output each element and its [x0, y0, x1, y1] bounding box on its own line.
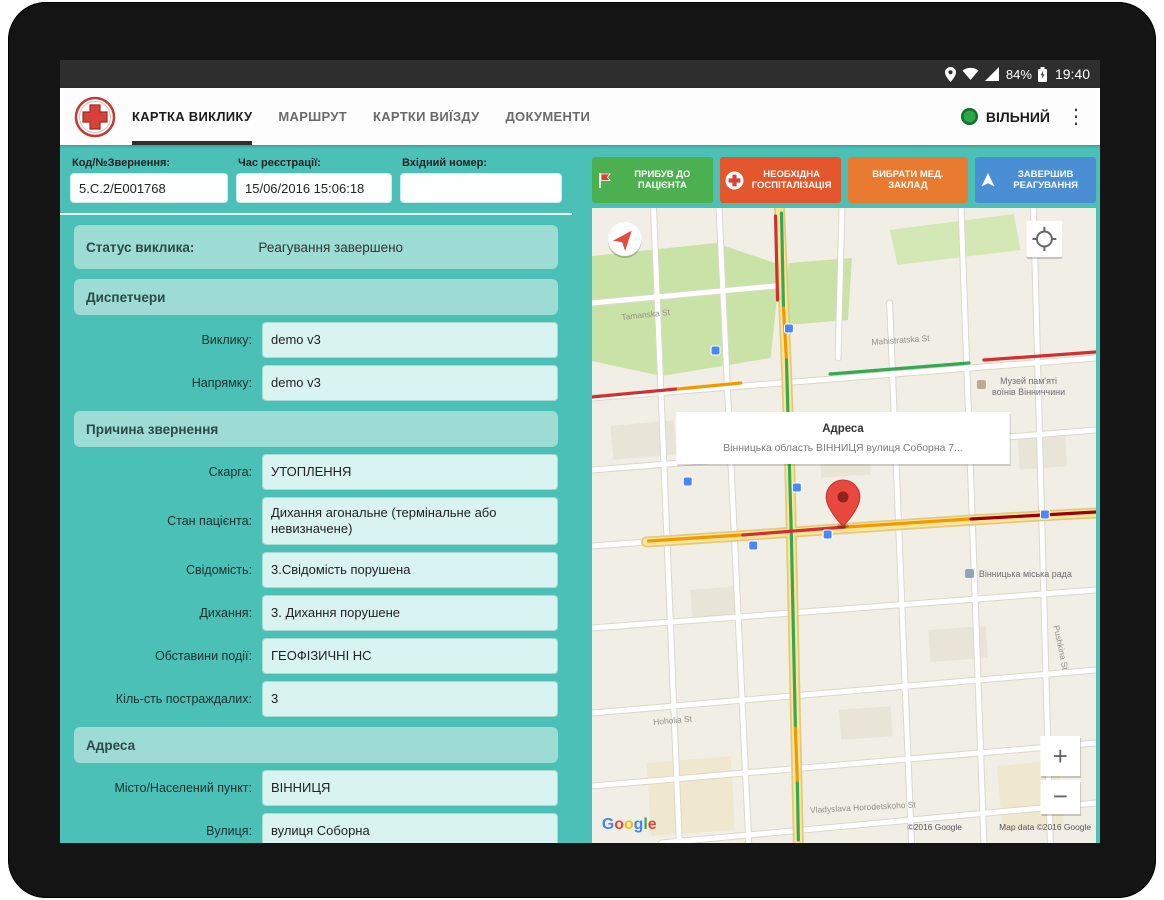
zoom-controls: + − — [1040, 736, 1082, 816]
incoming-number-label: Вхідний номер: — [402, 157, 488, 169]
call-status-row: Статус виклика: Реагування завершено — [74, 225, 558, 269]
map-panel: ПРИБУВ ДО ПАЦІЄНТА НЕОБХІДНА ГОСПІТАЛІЗА… — [572, 145, 1100, 843]
section-dispatchers: Диспетчери — [74, 279, 558, 315]
clock: 19:40 — [1054, 66, 1090, 82]
main-content: Код/№Звернення: 5.С.2/Е001768 Час реєстр… — [60, 145, 1100, 843]
hospitalization-button[interactable]: НЕОБХІДНА ГОСПІТАЛІЗАЦІЯ — [719, 157, 841, 203]
dispatcher-call-field[interactable]: demo v3 — [262, 322, 558, 358]
signal-icon — [984, 67, 999, 81]
form-row: Напрямку: demo v3 — [74, 365, 558, 401]
patient-state-label: Стан пацієнта: — [167, 513, 252, 528]
zoom-out-icon[interactable]: − — [1053, 783, 1068, 811]
availability-status-label: ВІЛЬНИЙ — [985, 108, 1050, 125]
tablet-bezel: 84% 19:40 КАРТКА ВИКЛИКУ МАРШРУТ КАРТКИ … — [8, 2, 1156, 898]
street-label: Вулиця: — [206, 823, 252, 838]
call-card-form: Код/№Звернення: 5.С.2/Е001768 Час реєстр… — [60, 145, 572, 843]
info-window-title: Адреса — [822, 423, 864, 435]
form-row: Дихання: 3. Дихання порушене — [74, 595, 558, 631]
divider — [60, 213, 572, 215]
svg-text:воїнів Вінниччини: воїнів Вінниччини — [992, 387, 1065, 397]
arrived-to-patient-button[interactable]: ПРИБУВ ДО ПАЦІЄНТА — [592, 157, 713, 203]
dispatcher-call-label: Виклику: — [201, 332, 252, 347]
status-bar: 84% 19:40 — [60, 60, 1100, 88]
overflow-menu-button[interactable]: ⋮ — [1050, 88, 1088, 145]
map-svg: Tamanska St Mahistratska St Hoholia St V… — [592, 208, 1096, 843]
section-address: Адреса — [74, 727, 558, 763]
form-row: Вулиця: вулиця Соборна — [74, 813, 558, 843]
screen: 84% 19:40 КАРТКА ВИКЛИКУ МАРШРУТ КАРТКИ … — [60, 60, 1100, 843]
navigation-icon — [980, 172, 996, 188]
form-row: Виклику: demo v3 — [74, 322, 558, 358]
breathing-field[interactable]: 3. Дихання порушене — [262, 595, 558, 631]
tab-dokumenty[interactable]: ДОКУМЕНТИ — [506, 88, 591, 145]
form-row: Стан пацієнта: Дихання агональне (термін… — [74, 497, 558, 545]
code-label: Код/№Звернення: — [72, 157, 171, 169]
victims-count-field[interactable]: 3 — [262, 681, 558, 717]
map-info-window[interactable]: Адреса Вінницька область ВІННИЦЯ вулиця … — [676, 412, 1011, 466]
my-location-button[interactable] — [1026, 221, 1063, 259]
wifi-icon — [962, 67, 979, 80]
consciousness-label: Свідомість: — [185, 562, 252, 577]
map[interactable]: Tamanska St Mahistratska St Hoholia St V… — [592, 208, 1096, 843]
cityhall-poi-icon — [965, 569, 974, 578]
incoming-number-field[interactable] — [400, 173, 562, 203]
tab-marshrut[interactable]: МАРШРУТ — [278, 88, 347, 145]
form-row: Місто/Населений пункт: ВІННИЦЯ — [74, 770, 558, 806]
compass-button[interactable] — [607, 222, 642, 258]
status-dot-icon — [960, 108, 978, 125]
consciousness-field[interactable]: 3.Свідомість порушена — [262, 552, 558, 588]
location-icon — [944, 66, 956, 82]
availability-status-button[interactable]: ВІЛЬНИЙ — [960, 88, 1050, 145]
choose-facility-button[interactable]: ВИБРАТИ МЕД. ЗАКЛАД — [847, 157, 969, 203]
svg-text:Музей пам'яті: Музей пам'яті — [1000, 376, 1057, 386]
app-toolbar: КАРТКА ВИКЛИКУ МАРШРУТ КАРТКИ ВИЇЗДУ ДОК… — [60, 88, 1100, 145]
form-row: Свідомість: 3.Свідомість порушена — [74, 552, 558, 588]
city-label: Місто/Населений пункт: — [114, 780, 252, 795]
victims-count-label: Кіль-сть постраждалих: — [115, 691, 252, 706]
street-field[interactable]: вулиця Соборна — [262, 813, 558, 843]
complaint-field[interactable]: УТОПЛЕННЯ — [262, 454, 558, 490]
flag-icon — [597, 172, 613, 189]
form-row: Обставини події: ГЕОФІЗИЧНІ НС — [74, 638, 558, 674]
map-copyright: ©2016 Google — [907, 822, 962, 832]
call-status-label: Статус виклика: — [86, 239, 195, 255]
tab-kartky-vyizdu[interactable]: КАРТКИ ВИЇЗДУ — [373, 88, 480, 145]
city-field[interactable]: ВІННИЦЯ — [262, 770, 558, 806]
dispatcher-direction-label: Напрямку: — [191, 375, 252, 390]
map-attribution: Map data ©2016 Google — [999, 822, 1091, 832]
form-row: Скарга: УТОПЛЕННЯ — [74, 454, 558, 490]
form-row: Кіль-сть постраждалих: 3 — [74, 681, 558, 717]
registration-time-field[interactable]: 15/06/2016 15:06:18 — [236, 173, 392, 203]
svg-text:Вінницька міська рада: Вінницька міська рада — [979, 569, 1072, 579]
google-logo[interactable]: Google — [602, 816, 657, 833]
dispatcher-direction-field[interactable]: demo v3 — [262, 365, 558, 401]
medical-cross-icon — [725, 171, 744, 190]
registration-time-label: Час реєстрації: — [238, 157, 321, 169]
app-logo-icon — [74, 96, 116, 138]
tab-bar: КАРТКА ВИКЛИКУ МАРШРУТ КАРТКИ ВИЇЗДУ ДОК… — [132, 88, 590, 145]
info-window-subtitle: Вінницька область ВІННИЦЯ вулиця Соборна… — [723, 442, 962, 454]
overflow-menu-icon: ⋮ — [1066, 106, 1086, 128]
code-field[interactable]: 5.С.2/Е001768 — [70, 173, 228, 203]
header-fields: Код/№Звернення: 5.С.2/Е001768 Час реєстр… — [60, 153, 572, 203]
battery-percent: 84% — [1005, 66, 1032, 82]
action-buttons: ПРИБУВ ДО ПАЦІЄНТА НЕОБХІДНА ГОСПІТАЛІЗА… — [592, 157, 1096, 203]
finish-response-button[interactable]: ЗАВЕРШИВ РЕАГУВАННЯ — [975, 157, 1096, 203]
circumstances-label: Обставини події: — [155, 648, 252, 663]
call-status-value: Реагування завершено — [258, 239, 404, 255]
museum-poi-icon — [976, 380, 986, 389]
circumstances-field[interactable]: ГЕОФІЗИЧНІ НС — [262, 638, 558, 674]
complaint-label: Скарга: — [208, 464, 252, 479]
tab-kartka-vyklyku[interactable]: КАРТКА ВИКЛИКУ — [132, 88, 253, 145]
battery-icon — [1037, 66, 1047, 82]
patient-state-field[interactable]: Дихання агональне (термінальне або невиз… — [262, 497, 558, 545]
section-reason: Причина звернення — [74, 411, 558, 447]
zoom-in-icon[interactable]: + — [1053, 743, 1068, 771]
breathing-label: Дихання: — [199, 605, 252, 620]
